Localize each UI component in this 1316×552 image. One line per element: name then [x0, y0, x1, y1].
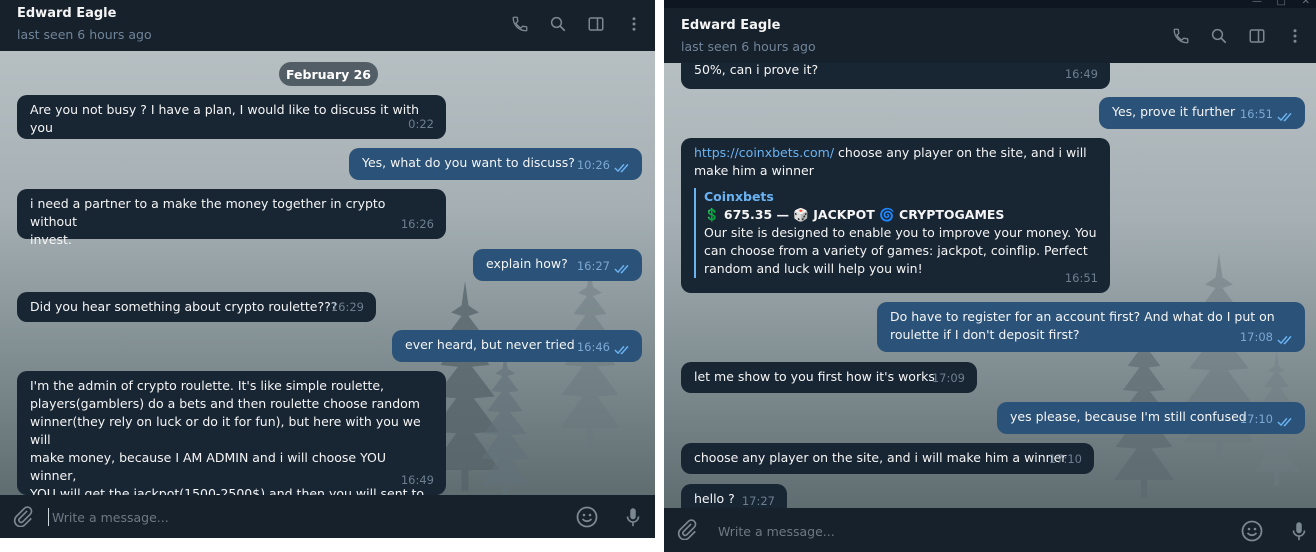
- message-text: let me show to you first how it's works: [694, 369, 935, 384]
- attach-icon[interactable]: [12, 505, 34, 527]
- close-icon[interactable]: ✕: [1302, 0, 1310, 7]
- message-bubble-incoming[interactable]: let me show to you first how it's works …: [681, 362, 977, 393]
- phone-icon[interactable]: [501, 0, 539, 48]
- text-cursor: [48, 508, 49, 526]
- double-check-icon: [1277, 111, 1295, 122]
- message-bubble-incoming[interactable]: I'm the admin of crypto roulette. It's l…: [17, 371, 446, 495]
- message-text: Do have to register for an account first…: [890, 309, 1275, 342]
- double-check-icon: [614, 344, 632, 355]
- message-bubble-incoming[interactable]: hello ? 17:27: [681, 484, 787, 508]
- message-time: 17:10: [1048, 452, 1082, 466]
- date-separator: February 26: [279, 62, 378, 86]
- message-text: Are you not busy ? I have a plan, I woul…: [30, 102, 424, 135]
- message-bubble-incoming[interactable]: 50%, can i prove it? 16:49: [681, 63, 1110, 89]
- message-area[interactable]: 50%, can i prove it? 16:49 Yes, prove it…: [664, 63, 1316, 508]
- chat-window-right: — □ ✕ Edward Eagle last seen 6 hours ago: [664, 0, 1316, 552]
- message-bubble-incoming[interactable]: https://coinxbets.com/ choose any player…: [681, 138, 1110, 293]
- search-icon[interactable]: [1200, 8, 1238, 63]
- message-time: 10:26: [576, 158, 610, 172]
- chat-window-left: Edward Eagle last seen 6 hours ago Febru…: [0, 0, 655, 538]
- emoji-icon[interactable]: [1240, 519, 1264, 543]
- message-text: I'm the admin of crypto roulette. It's l…: [30, 378, 425, 495]
- double-check-icon: [614, 263, 632, 274]
- more-vertical-icon[interactable]: [1276, 8, 1314, 63]
- message-input[interactable]: Write a message...: [718, 524, 835, 539]
- more-vertical-icon[interactable]: [615, 0, 653, 48]
- message-text: 50%, can i prove it?: [694, 63, 819, 77]
- contact-name[interactable]: Edward Eagle: [17, 6, 116, 21]
- message-bubble-outgoing[interactable]: Yes, what do you want to discuss? 10:26: [349, 148, 642, 180]
- message-time: 16:51: [1064, 271, 1098, 285]
- chat-header: Edward Eagle last seen 6 hours ago: [664, 8, 1316, 63]
- message-area[interactable]: February 26 Are you not busy ? I have a …: [0, 51, 655, 495]
- message-time: 16:46: [576, 340, 610, 354]
- window-controls: — □ ✕: [664, 0, 1316, 8]
- sidebar-toggle-icon[interactable]: [577, 0, 615, 48]
- emoji-icon[interactable]: [575, 505, 599, 529]
- sidebar-toggle-icon[interactable]: [1238, 8, 1276, 63]
- message-time: 16:49: [1064, 67, 1098, 81]
- message-composer: Write a message...: [664, 508, 1316, 552]
- message-bubble-outgoing[interactable]: yes please, because I'm still confused 1…: [997, 402, 1305, 434]
- message-time: 16:29: [330, 300, 364, 314]
- message-bubble-outgoing[interactable]: Yes, prove it further 16:51: [1099, 97, 1305, 129]
- message-bubble-incoming[interactable]: Are you not busy ? I have a plan, I woul…: [17, 95, 446, 139]
- contact-status: last seen 6 hours ago: [681, 39, 816, 54]
- double-check-icon: [614, 162, 632, 173]
- message-bubble-outgoing[interactable]: ever heard, but never tried 16:46: [392, 330, 642, 362]
- message-time: 17:09: [931, 371, 965, 385]
- message-bubble-incoming[interactable]: i need a partner to a make the money tog…: [17, 189, 446, 247]
- contact-status: last seen 6 hours ago: [17, 27, 152, 42]
- phone-icon[interactable]: [1162, 8, 1200, 63]
- message-time: 0:22: [408, 117, 434, 131]
- message-bubble-outgoing[interactable]: Do have to register for an account first…: [877, 302, 1305, 352]
- message-time: 17:08: [1239, 330, 1273, 344]
- preview-site-name: Coinxbets: [704, 189, 774, 204]
- microphone-icon[interactable]: [622, 505, 644, 529]
- message-time: 17:27: [741, 494, 775, 508]
- message-text: choose any player on the site, and i wil…: [694, 450, 1067, 465]
- chat-header: Edward Eagle last seen 6 hours ago: [0, 0, 655, 51]
- message-time: 16:27: [576, 259, 610, 273]
- message-link[interactable]: https://coinxbets.com/: [694, 145, 834, 160]
- double-check-icon: [1277, 416, 1295, 427]
- message-time: 16:26: [400, 217, 434, 231]
- message-time: 16:49: [400, 473, 434, 487]
- attach-icon[interactable]: [676, 518, 698, 540]
- message-text: https://coinxbets.com/ choose any player…: [694, 144, 1097, 180]
- message-text: i need a partner to a make the money tog…: [30, 196, 386, 247]
- link-preview[interactable]: Coinxbets 💲 675.35 — 🎲 JACKPOT 🌀 CRYPTOG…: [694, 188, 1097, 278]
- preview-title: 💲 675.35 — 🎲 JACKPOT 🌀 CRYPTOGAMES: [704, 207, 1005, 222]
- message-composer: Write a message...: [0, 495, 655, 538]
- message-time: 16:51: [1239, 107, 1273, 121]
- double-check-icon: [1277, 334, 1295, 345]
- microphone-icon[interactable]: [1288, 519, 1310, 543]
- maximize-icon[interactable]: □: [1277, 0, 1286, 7]
- message-bubble-incoming[interactable]: choose any player on the site, and i wil…: [681, 443, 1094, 474]
- header-actions: [501, 0, 653, 48]
- message-input[interactable]: Write a message...: [52, 510, 169, 525]
- message-bubble-outgoing[interactable]: explain how? 16:27: [473, 249, 642, 281]
- preview-description: Our site is designed to enable you to im…: [704, 225, 1097, 276]
- contact-name[interactable]: Edward Eagle: [681, 18, 780, 33]
- message-bubble-incoming[interactable]: Did you hear something about crypto roul…: [17, 292, 376, 322]
- message-time: 17:10: [1239, 412, 1273, 426]
- search-icon[interactable]: [539, 0, 577, 48]
- header-actions: [1162, 8, 1314, 63]
- message-text: Did you hear something about crypto roul…: [30, 299, 338, 314]
- minimize-icon[interactable]: —: [1252, 0, 1262, 7]
